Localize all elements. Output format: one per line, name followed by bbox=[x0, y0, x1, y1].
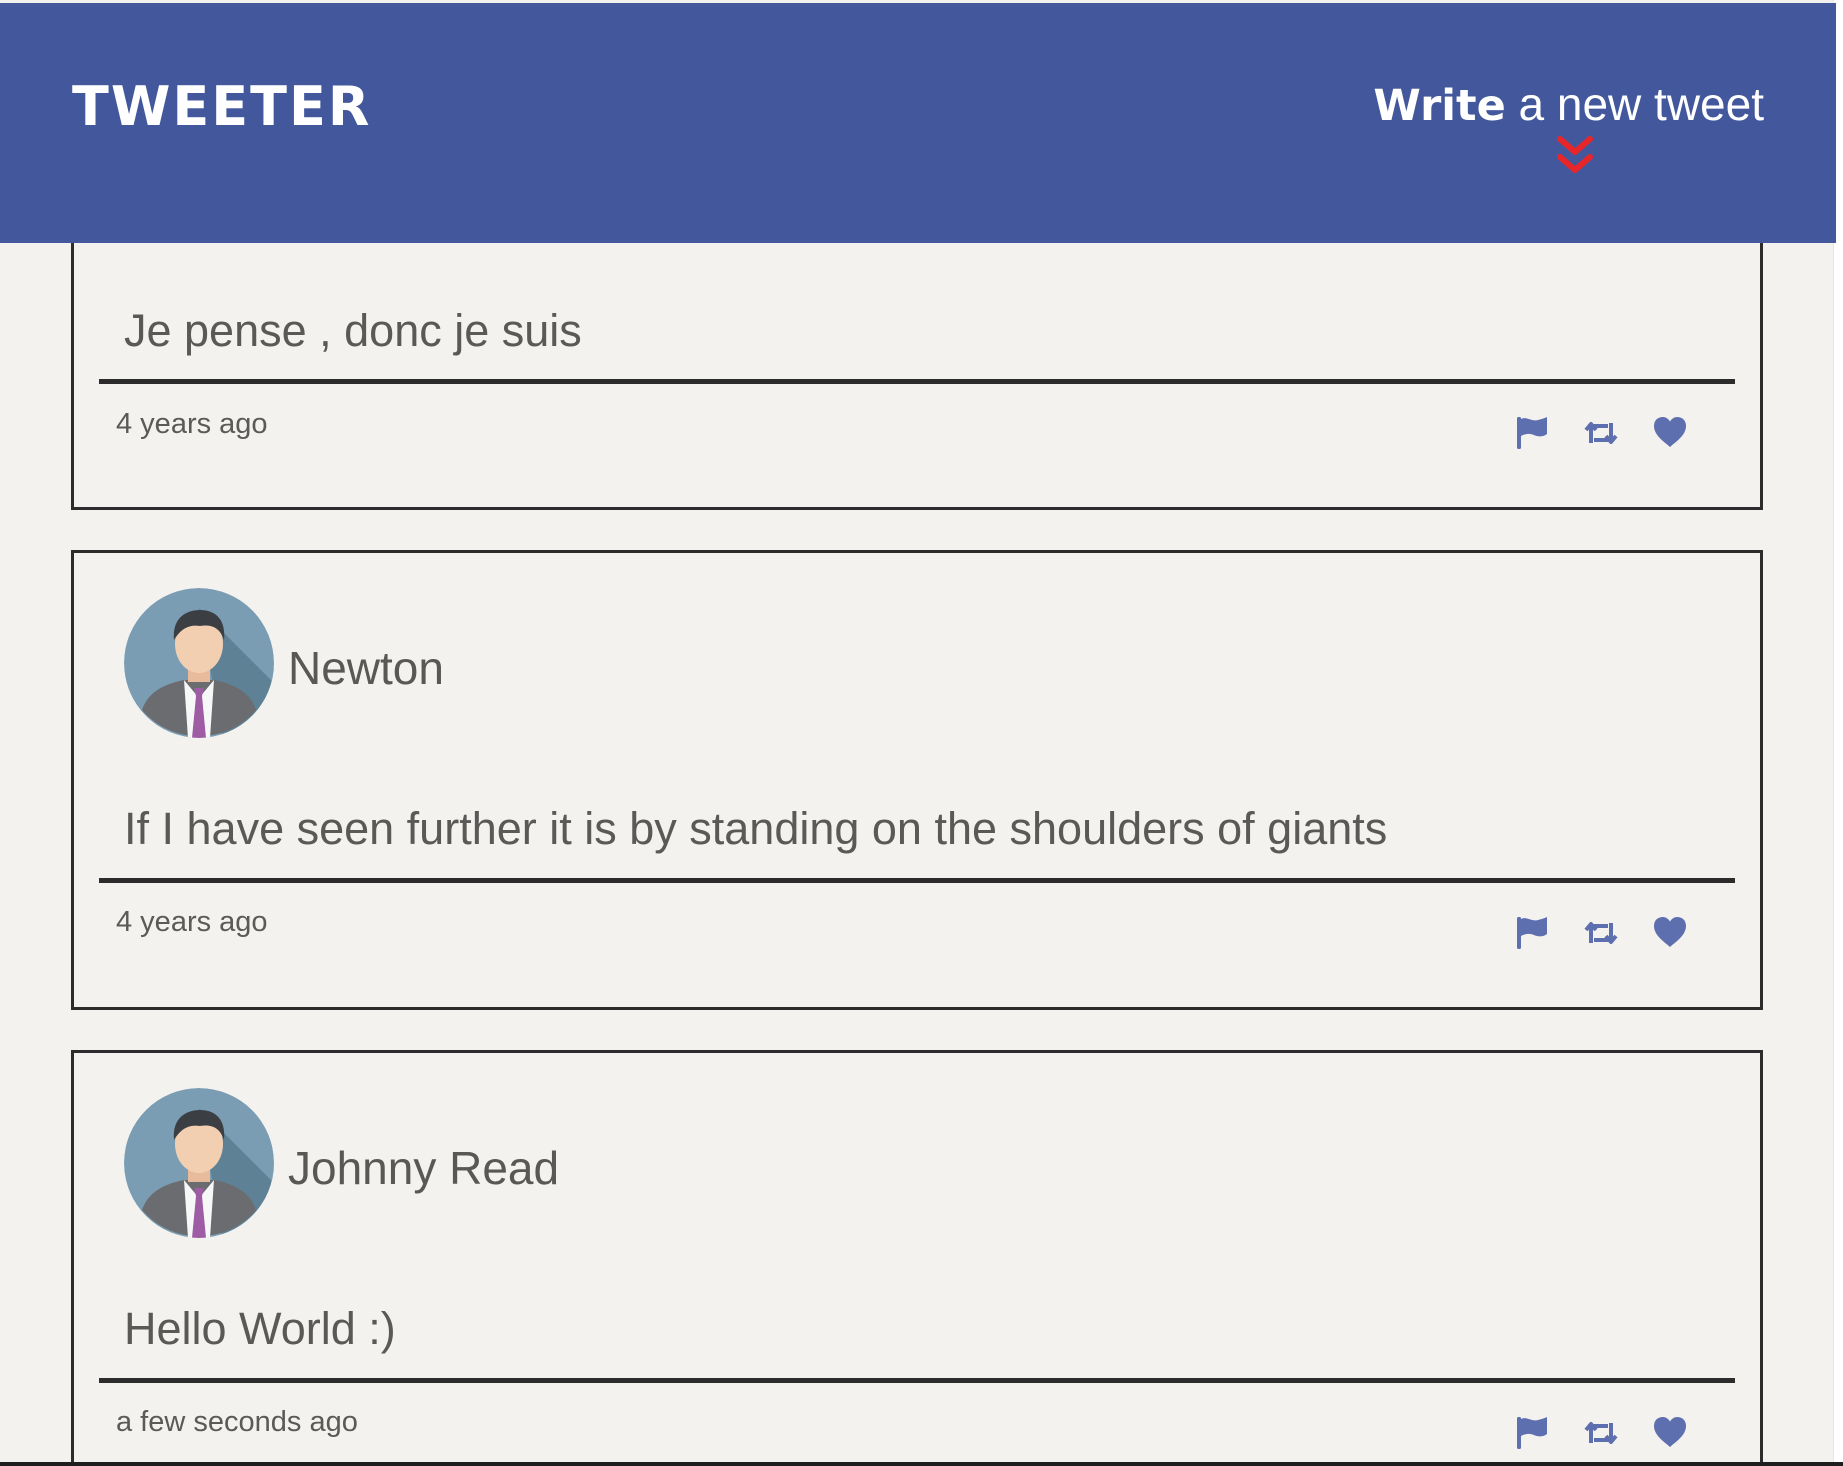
avatar bbox=[124, 588, 274, 738]
tweet-author-name: Johnny Read bbox=[288, 1142, 560, 1194]
compose-label-bold: Write bbox=[1373, 81, 1506, 131]
tweet-actions bbox=[1514, 415, 1688, 451]
flag-icon[interactable] bbox=[1514, 1415, 1550, 1451]
brand-logo: TWEETER bbox=[72, 75, 372, 138]
tweet-card: Newton If I have seen further it is by s… bbox=[71, 550, 1763, 1010]
tweet-text: Je pense , donc je suis bbox=[124, 305, 582, 356]
window-bottom-edge bbox=[0, 1462, 1843, 1466]
heart-icon[interactable] bbox=[1652, 915, 1688, 951]
tweet-text: If I have seen further it is by standing… bbox=[124, 803, 1388, 854]
retweet-icon[interactable] bbox=[1583, 915, 1619, 951]
page: TWEETER Write a new tweet Je pense , don… bbox=[0, 0, 1843, 1466]
tweet-header: Johnny Read bbox=[124, 1088, 559, 1238]
flag-icon[interactable] bbox=[1514, 415, 1550, 451]
top-nav-bar: TWEETER Write a new tweet bbox=[0, 3, 1836, 243]
retweet-icon[interactable] bbox=[1583, 1415, 1619, 1451]
tweet-header: Newton bbox=[124, 588, 444, 738]
flag-icon[interactable] bbox=[1514, 915, 1550, 951]
tweet-author-name: Newton bbox=[288, 642, 444, 694]
tweet-divider bbox=[99, 379, 1735, 384]
tweet-timestamp: 4 years ago bbox=[116, 906, 268, 938]
tweet-divider bbox=[99, 878, 1735, 883]
tweet-divider bbox=[99, 1378, 1735, 1383]
tweet-actions bbox=[1514, 1415, 1688, 1451]
tweet-timestamp: 4 years ago bbox=[116, 408, 268, 440]
compose-label-rest: a new tweet bbox=[1505, 78, 1765, 130]
avatar bbox=[124, 1088, 274, 1238]
tweet-card: Johnny Read Hello World :) a few seconds… bbox=[71, 1050, 1763, 1466]
compose-tweet-toggle[interactable]: Write a new tweet bbox=[1373, 77, 1764, 131]
retweet-icon[interactable] bbox=[1583, 415, 1619, 451]
tweet-text: Hello World :) bbox=[124, 1303, 396, 1354]
tweet-timestamp: a few seconds ago bbox=[116, 1406, 358, 1438]
heart-icon[interactable] bbox=[1652, 415, 1688, 451]
heart-icon[interactable] bbox=[1652, 1415, 1688, 1451]
tweet-actions bbox=[1514, 915, 1688, 951]
double-chevron-down-icon[interactable] bbox=[1552, 133, 1598, 179]
